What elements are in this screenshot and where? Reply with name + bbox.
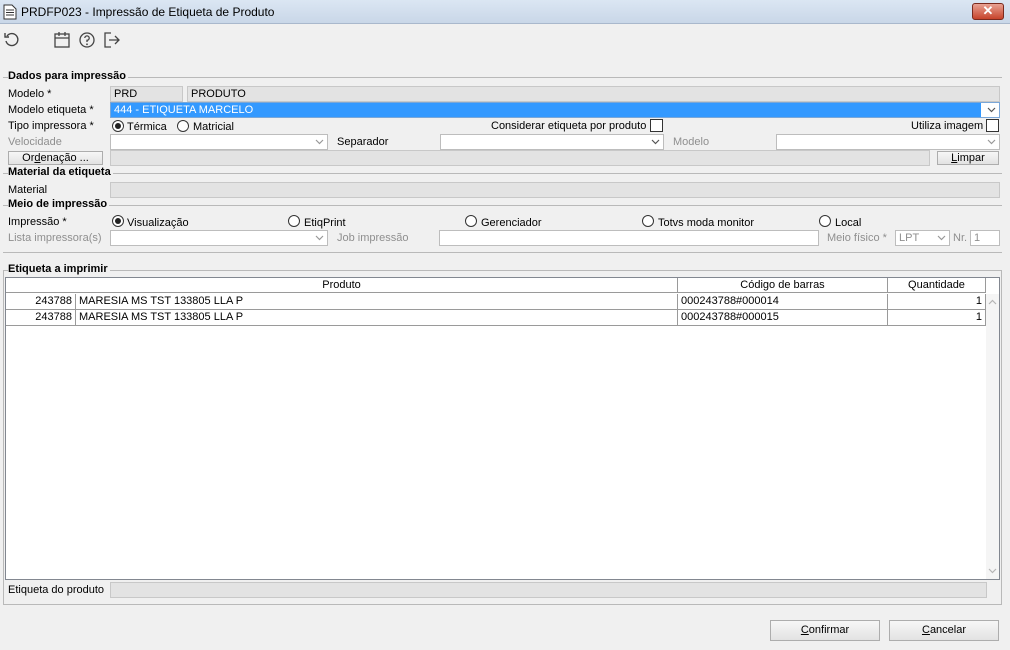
chevron-down-icon bbox=[987, 139, 996, 145]
cancelar-label-accel: C bbox=[921, 624, 930, 636]
table-scrollbar[interactable] bbox=[986, 294, 999, 579]
meio-fisico-value: LPT bbox=[899, 232, 920, 244]
ordenacao-label-post: enação ... bbox=[40, 152, 89, 164]
column-header-produto[interactable]: Produto bbox=[6, 278, 678, 293]
radio-matricial-label: Matricial bbox=[193, 121, 234, 133]
group-title-meio: Meio de impressão bbox=[8, 198, 110, 210]
title-bar: PRDFP023 - Impressão de Etiqueta de Prod… bbox=[0, 0, 1010, 24]
confirmar-button[interactable]: Confirmar bbox=[770, 620, 880, 641]
impressao-label: Impressão * bbox=[8, 216, 67, 228]
table-cell-barras[interactable]: 000243788#000014 bbox=[678, 294, 888, 310]
document-icon bbox=[3, 4, 17, 20]
ordenacao-button[interactable]: Ordenação ... bbox=[8, 151, 103, 165]
toolbar bbox=[0, 24, 1010, 56]
table-cell-code[interactable]: 243788 bbox=[6, 294, 76, 310]
chevron-down-icon bbox=[315, 235, 324, 241]
modelo2-label: Modelo bbox=[673, 136, 710, 148]
chevron-down-icon bbox=[651, 139, 660, 145]
chevron-down-icon bbox=[937, 235, 946, 241]
limpar-button[interactable]: Limpar bbox=[937, 151, 999, 165]
nr-label: Nr. bbox=[953, 232, 968, 244]
radio-totvs-moda-monitor[interactable] bbox=[642, 215, 654, 227]
confirmar-label-post: onfirmar bbox=[808, 624, 850, 636]
meio-fisico-select[interactable]: LPT bbox=[895, 230, 950, 246]
radio-local-label: Local bbox=[835, 217, 862, 229]
radio-termica[interactable] bbox=[112, 120, 124, 132]
modelo-label: Modelo * bbox=[8, 88, 52, 100]
lista-impressora-select[interactable] bbox=[110, 230, 328, 246]
radio-etiqprint-label: EtiqPrint bbox=[304, 217, 346, 229]
limpar-label-post: impar bbox=[957, 152, 985, 164]
calendar-icon[interactable] bbox=[53, 31, 71, 49]
nr-input[interactable]: 1 bbox=[970, 230, 1000, 246]
etiqueta-produto-field bbox=[110, 582, 987, 598]
meio-fisico-label: Meio físico * bbox=[827, 232, 887, 244]
modelo-desc-field: PRODUTO bbox=[187, 86, 1000, 102]
radio-termica-label: Térmica bbox=[127, 121, 167, 133]
material-label: Material bbox=[8, 184, 48, 196]
radio-gerenciador[interactable] bbox=[465, 215, 477, 227]
table-cell-barras[interactable]: 000243788#000015 bbox=[678, 310, 888, 326]
modelo-etiqueta-dropdown-button[interactable] bbox=[981, 103, 999, 117]
group-divider bbox=[3, 252, 1002, 253]
window-title: PRDFP023 - Impressão de Etiqueta de Prod… bbox=[21, 5, 275, 19]
tipo-impressora-label: Tipo impressora * bbox=[8, 120, 94, 132]
confirmar-label-accel: C bbox=[800, 624, 809, 636]
group-title-dados: Dados para impressão bbox=[8, 70, 128, 82]
velocidade-select[interactable] bbox=[110, 134, 328, 150]
considerar-etiqueta-checkbox[interactable] bbox=[650, 119, 663, 132]
velocidade-label: Velocidade bbox=[8, 136, 62, 148]
table-cell-code[interactable]: 243788 bbox=[6, 310, 76, 326]
utiliza-imagem-label: Utiliza imagem bbox=[911, 120, 984, 132]
separador-label: Separador bbox=[337, 136, 389, 148]
column-header-codigo-barras[interactable]: Código de barras bbox=[678, 278, 888, 293]
ordenacao-label-pre: Or bbox=[22, 152, 35, 164]
modelo-code-field[interactable]: PRD bbox=[110, 86, 183, 102]
separador-select[interactable] bbox=[440, 134, 664, 150]
exit-icon[interactable] bbox=[103, 31, 121, 49]
job-impressao-label: Job impressão bbox=[337, 232, 409, 244]
lista-impressora-label: Lista impressora(s) bbox=[8, 232, 102, 244]
radio-local[interactable] bbox=[819, 215, 831, 227]
cancelar-button[interactable]: Cancelar bbox=[889, 620, 999, 641]
cancelar-label-post: ancelar bbox=[929, 624, 967, 636]
chevron-up-icon[interactable] bbox=[988, 298, 997, 307]
modelo-etiqueta-select[interactable]: 444 - ETIQUETA MARCELO bbox=[110, 102, 1000, 118]
close-button[interactable]: ✕ bbox=[972, 3, 1004, 20]
job-impressao-input[interactable] bbox=[439, 230, 819, 246]
chevron-down-icon bbox=[987, 107, 996, 113]
chevron-down-icon[interactable] bbox=[988, 566, 997, 575]
group-title-etiquetas: Etiqueta a imprimir bbox=[8, 263, 110, 275]
considerar-etiqueta-label: Considerar etiqueta por produto bbox=[491, 120, 647, 132]
radio-matricial[interactable] bbox=[177, 120, 189, 132]
ordenacao-field bbox=[110, 150, 930, 166]
table-cell-quantidade[interactable]: 1 bbox=[888, 310, 986, 326]
modelo2-select[interactable] bbox=[776, 134, 1000, 150]
radio-visualizacao[interactable] bbox=[112, 215, 124, 227]
modelo-etiqueta-value: 444 - ETIQUETA MARCELO bbox=[114, 104, 254, 116]
column-header-quantidade[interactable]: Quantidade bbox=[888, 278, 986, 293]
radio-gerenciador-label: Gerenciador bbox=[481, 217, 542, 229]
radio-totvs-label: Totvs moda monitor bbox=[658, 217, 754, 229]
chevron-down-icon bbox=[315, 139, 324, 145]
radio-visualizacao-label: Visualização bbox=[127, 217, 189, 229]
help-icon[interactable] bbox=[78, 31, 96, 49]
table-cell-produto[interactable]: MARESIA MS TST 133805 LLA P bbox=[76, 294, 678, 310]
utiliza-imagem-checkbox[interactable] bbox=[986, 119, 999, 132]
etiqueta-produto-label: Etiqueta do produto bbox=[8, 584, 105, 596]
refresh-icon[interactable] bbox=[3, 31, 21, 49]
group-divider bbox=[3, 205, 1002, 206]
group-divider bbox=[3, 173, 1002, 174]
group-title-material: Material da etiqueta bbox=[8, 166, 113, 178]
modelo-etiqueta-label: Modelo etiqueta * bbox=[8, 104, 94, 116]
material-field[interactable] bbox=[110, 182, 1000, 198]
radio-etiqprint[interactable] bbox=[288, 215, 300, 227]
table-cell-produto[interactable]: MARESIA MS TST 133805 LLA P bbox=[76, 310, 678, 326]
table-cell-quantidade[interactable]: 1 bbox=[888, 294, 986, 310]
group-divider bbox=[3, 77, 1002, 78]
